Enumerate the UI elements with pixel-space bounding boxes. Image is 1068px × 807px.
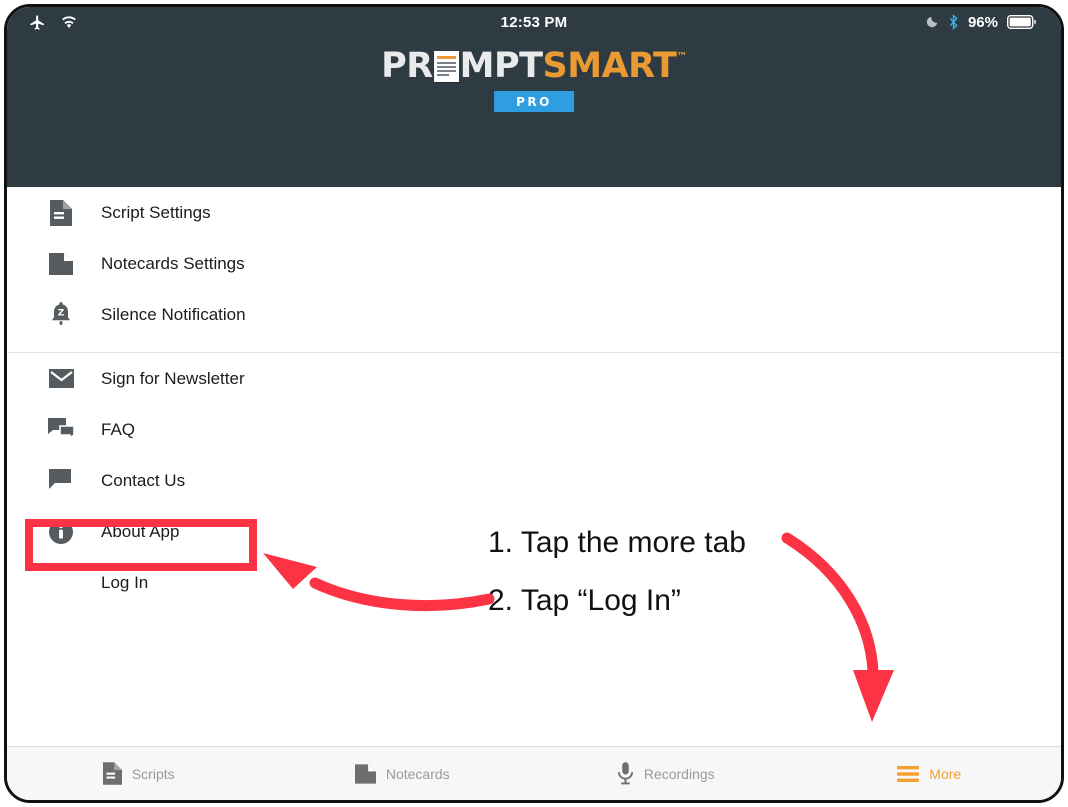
annotation-step-2: 2. Tap “Log In” [488, 584, 681, 617]
logo-text-smart: SMART [542, 46, 677, 86]
document-icon [102, 762, 122, 785]
menu-item-label: Log In [101, 572, 149, 592]
hamburger-icon [897, 765, 920, 783]
info-circle-icon [39, 519, 83, 544]
menu-item-script-settings[interactable]: Script Settings [7, 187, 1061, 238]
status-bar: 12:53 PM 96% [7, 7, 1061, 37]
menu-item-sign-for-newsletter[interactable]: Sign for Newsletter [7, 353, 1061, 404]
menu-group-spacer [7, 340, 1061, 352]
logo-text-pr: PR [381, 46, 433, 86]
curved-arrow-left-icon [263, 553, 495, 612]
moon-icon [925, 15, 939, 29]
menu-item-label: Sign for Newsletter [101, 368, 245, 388]
promptsmart-logo: PR MPT SMART ™ PRO [381, 49, 687, 112]
menu-item-label: FAQ [101, 419, 136, 439]
menu-item-faq[interactable]: FAQ [7, 404, 1061, 455]
menu-item-silence-notification[interactable]: Z Silence Notification [7, 289, 1061, 340]
notecard-icon [39, 252, 83, 275]
menu-item-label: About App [101, 521, 180, 541]
script-document-icon [433, 51, 459, 82]
battery-icon [1007, 15, 1037, 29]
curved-arrow-down-icon [781, 532, 894, 722]
logo-trademark: ™ [676, 50, 687, 63]
bell-silence-icon: Z [39, 301, 83, 328]
tab-more[interactable]: More [798, 747, 1062, 800]
menu-item-notecards-settings[interactable]: Notecards Settings [7, 238, 1061, 289]
logo-wordmark: PR MPT SMART ™ [381, 49, 687, 84]
microphone-icon [617, 762, 634, 785]
menu-item-label: Silence Notification [101, 304, 246, 324]
tab-scripts[interactable]: Scripts [7, 747, 271, 800]
chat-bubbles-icon [39, 417, 83, 442]
svg-text:Z: Z [58, 308, 65, 318]
tab-label: More [929, 765, 962, 782]
battery-percent-label: 96% [967, 13, 998, 31]
envelope-icon [39, 369, 83, 388]
menu-item-label: Script Settings [101, 202, 211, 222]
tab-recordings[interactable]: Recordings [534, 747, 798, 800]
tab-label: Scripts [131, 765, 175, 782]
app-header: PR MPT SMART ™ PRO [7, 37, 1061, 187]
device-frame: 12:53 PM 96% PR MPT SMART ™ PRO Script S… [4, 4, 1064, 803]
document-icon [39, 199, 83, 226]
status-bar-clock: 12:53 PM [500, 13, 568, 31]
logo-pro-badge: PRO [493, 91, 574, 112]
status-bar-right: 96% [925, 7, 1037, 37]
tab-label: Recordings [643, 765, 715, 782]
menu-item-label: Contact Us [101, 470, 186, 490]
chat-bubble-icon [39, 469, 83, 492]
menu-item-label: Notecards Settings [101, 253, 245, 273]
annotation-step-1: 1. Tap the more tab [488, 526, 746, 559]
tab-notecards[interactable]: Notecards [271, 747, 535, 800]
bluetooth-icon [948, 14, 959, 30]
logo-text-mpt: MPT [459, 46, 543, 86]
tab-label: Notecards [385, 765, 450, 782]
notecard-icon [354, 763, 376, 784]
menu-item-contact-us[interactable]: Contact Us [7, 455, 1061, 506]
bottom-tab-bar: Scripts Notecards Recordings More [7, 746, 1061, 800]
